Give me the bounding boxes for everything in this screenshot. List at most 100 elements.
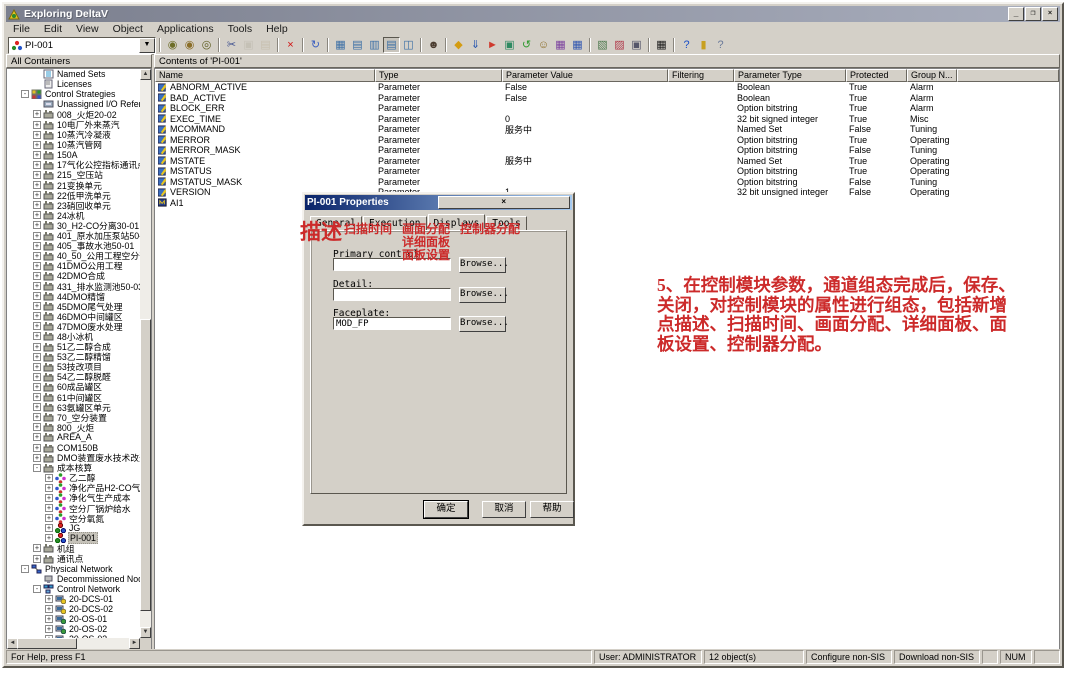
selector-dropdown-button[interactable]: ▼ (139, 38, 155, 53)
menu-help[interactable]: Help (259, 22, 295, 36)
view-list-icon[interactable]: ▥ (366, 37, 383, 53)
expander-expand-icon[interactable]: + (45, 484, 53, 492)
expander-expand-icon[interactable]: + (45, 514, 53, 522)
help-icon[interactable]: ? (678, 37, 695, 53)
trend-chart-icon[interactable]: ▨ (611, 37, 628, 53)
expander-expand-icon[interactable]: + (33, 393, 41, 401)
control-studio-icon[interactable]: ▣ (628, 37, 645, 53)
tree-item-Named-Sets[interactable]: Named Sets (7, 69, 140, 79)
expander-expand-icon[interactable]: + (45, 625, 53, 633)
expander-expand-icon[interactable]: + (33, 423, 41, 431)
tree-vscroll-thumb[interactable] (140, 319, 151, 611)
expander-expand-icon[interactable]: + (33, 221, 41, 229)
expander-expand-icon[interactable]: + (33, 322, 41, 330)
expander-expand-icon[interactable]: + (33, 181, 41, 189)
view-small-icons-icon[interactable]: ▤ (349, 37, 366, 53)
menu-view[interactable]: View (69, 22, 106, 36)
tree-horizontal-scrollbar[interactable]: ◄ ► (7, 638, 140, 649)
expander-expand-icon[interactable]: + (33, 121, 41, 129)
tree-item-20-OS-02[interactable]: +20-OS-02 (7, 624, 140, 634)
tree-item-20-DCS-01[interactable]: +20-DCS-01 (7, 594, 140, 604)
help-button[interactable]: 帮助 (530, 501, 574, 518)
tree-vertical-scrollbar[interactable]: ▲ ▼ (140, 69, 151, 638)
expander-expand-icon[interactable]: + (33, 383, 41, 391)
alarm-bell-icon[interactable]: ◆ (450, 37, 467, 53)
tree-item-Licenses[interactable]: Licenses (7, 79, 140, 89)
tree-item-Decommissioned-Nodes[interactable]: Decommissioned Nodes (7, 574, 140, 584)
expander-collapse-icon[interactable]: - (33, 464, 41, 472)
restore-button[interactable]: ❐ (1025, 7, 1041, 21)
cut-icon[interactable]: ✂ (223, 37, 240, 53)
expander-expand-icon[interactable]: + (33, 332, 41, 340)
expander-expand-icon[interactable]: + (33, 191, 41, 199)
dialog-close-icon[interactable]: × (438, 196, 571, 209)
expander-expand-icon[interactable]: + (45, 605, 53, 613)
close-button[interactable]: × (1042, 7, 1058, 21)
column-header-type[interactable]: Type (375, 69, 502, 82)
view-details-icon[interactable]: ▤ (383, 37, 400, 53)
table-row-MSTATUS[interactable]: MSTATUSParameterOption bitstringTrueOper… (155, 166, 1059, 177)
browse-find-icon[interactable]: ◎ (198, 37, 215, 53)
primary-control-browse-button[interactable]: Browse... (459, 257, 506, 273)
column-header-parameter-type[interactable]: Parameter Type (734, 69, 846, 82)
browse-module-icon[interactable]: ◉ (164, 37, 181, 53)
expander-expand-icon[interactable]: + (33, 292, 41, 300)
tree-item-800_-[interactable]: +800_火炬 (7, 422, 140, 432)
table-row-BLOCK_ERR[interactable]: BLOCK_ERRParameterOption bitstringTrueAl… (155, 103, 1059, 114)
expander-expand-icon[interactable]: + (33, 312, 41, 320)
column-header-name[interactable]: Name (155, 69, 375, 82)
named-sets-grid-icon[interactable]: ▦ (552, 37, 569, 53)
expander-expand-icon[interactable]: + (45, 524, 53, 532)
tree-hscroll-thumb[interactable] (17, 638, 77, 649)
object-selector-combobox[interactable]: PI-001 ▼ (8, 37, 156, 54)
expander-expand-icon[interactable]: + (33, 110, 41, 118)
scroll-right-button[interactable]: ► (129, 638, 140, 649)
expander-expand-icon[interactable]: + (33, 151, 41, 159)
expander-expand-icon[interactable]: + (45, 595, 53, 603)
faceplate-browse-button[interactable]: Browse... (459, 316, 506, 332)
ok-button[interactable]: 确定 (424, 501, 468, 518)
table-row-VERSION[interactable]: VERSIONParameter132 bit unsigned integer… (155, 187, 1059, 198)
scroll-down-button[interactable]: ▼ (140, 627, 151, 638)
picture-icon[interactable]: ▣ (501, 37, 518, 53)
menu-applications[interactable]: Applications (150, 22, 221, 36)
expander-expand-icon[interactable]: + (33, 232, 41, 240)
delete-icon[interactable]: × (282, 37, 299, 53)
expander-expand-icon[interactable]: + (33, 454, 41, 462)
expander-expand-icon[interactable]: + (45, 474, 53, 482)
expander-expand-icon[interactable]: + (45, 534, 53, 542)
filter-view-icon[interactable]: ◫ (400, 37, 417, 53)
swap-refresh-icon[interactable]: ↻ (307, 37, 324, 53)
expander-expand-icon[interactable]: + (33, 373, 41, 381)
expander-expand-icon[interactable]: + (45, 504, 53, 512)
refresh-icon[interactable]: ↺ (518, 37, 535, 53)
expander-expand-icon[interactable]: + (33, 363, 41, 371)
expander-expand-icon[interactable]: + (33, 201, 41, 209)
tree-item-Physical-Network[interactable]: -Physical Network (7, 564, 140, 574)
table-row-MSTATUS_MASK[interactable]: MSTATUS_MASKParameterOption bitstringFal… (155, 177, 1059, 188)
diagnostics-icon[interactable]: ▦ (653, 37, 670, 53)
expander-expand-icon[interactable]: + (45, 615, 53, 623)
expander-expand-icon[interactable]: + (33, 555, 41, 563)
scroll-up-button[interactable]: ▲ (140, 69, 151, 80)
books-icon[interactable]: ▮ (695, 37, 712, 53)
column-header-protected[interactable]: Protected (846, 69, 907, 82)
user-key-icon[interactable]: ☺ (535, 37, 552, 53)
column-header-group-n-[interactable]: Group N... (907, 69, 957, 82)
expander-expand-icon[interactable]: + (33, 161, 41, 169)
expander-expand-icon[interactable]: + (33, 272, 41, 280)
minimize-button[interactable]: _ (1008, 7, 1024, 21)
process-history-icon[interactable]: ▧ (594, 37, 611, 53)
faceplate-input[interactable] (333, 317, 451, 330)
expander-expand-icon[interactable]: + (33, 302, 41, 310)
expander-expand-icon[interactable]: + (33, 242, 41, 250)
expander-collapse-icon[interactable]: - (21, 90, 29, 98)
expander-expand-icon[interactable]: + (33, 544, 41, 552)
column-header-filtering[interactable]: Filtering (668, 69, 734, 82)
module-grid-icon[interactable]: ▦ (569, 37, 586, 53)
expander-expand-icon[interactable]: + (33, 141, 41, 149)
expander-expand-icon[interactable]: + (33, 433, 41, 441)
table-row-MCOMMAND[interactable]: MCOMMANDParameter服务中Named SetFalseTuning (155, 124, 1059, 135)
table-row-MSTATE[interactable]: MSTATEParameter服务中Named SetTrueOperating (155, 156, 1059, 167)
expander-expand-icon[interactable]: + (33, 343, 41, 351)
